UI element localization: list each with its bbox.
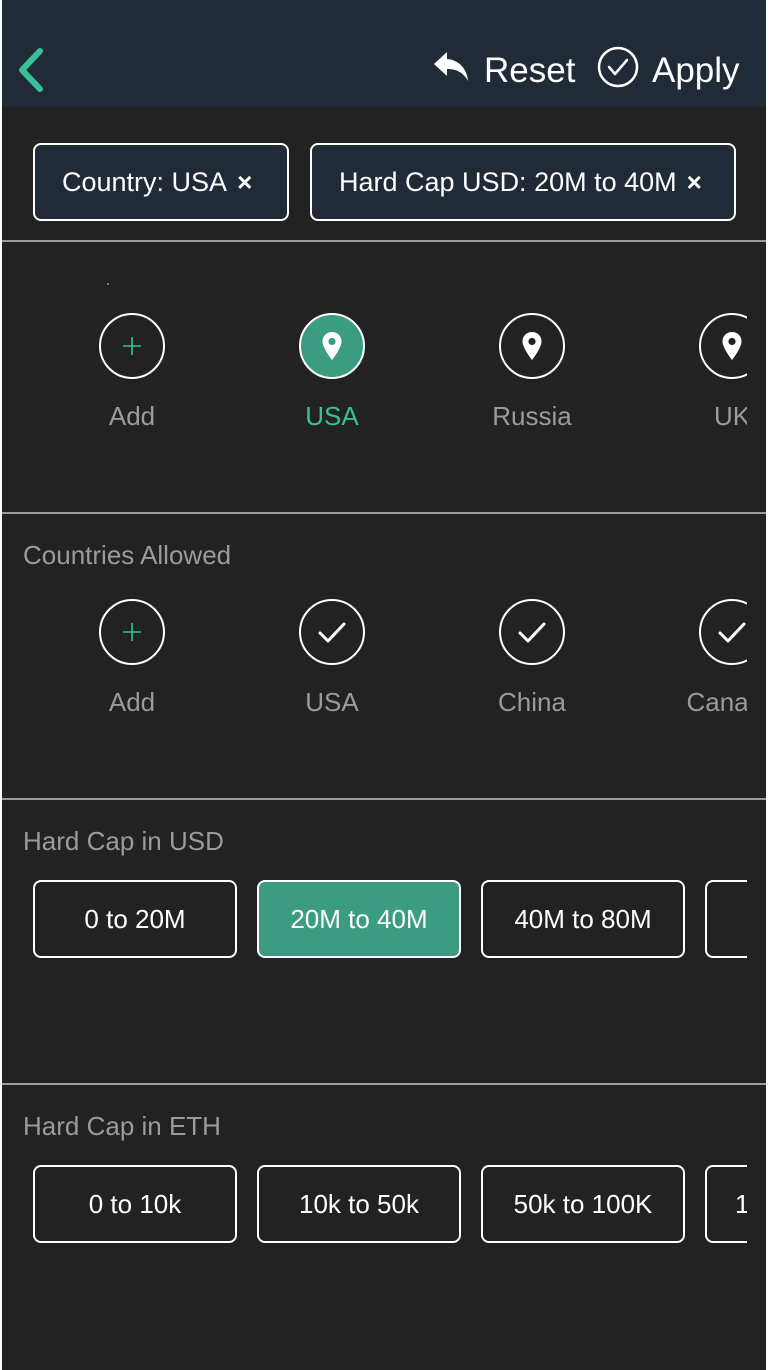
add-allowed-country-button[interactable]: Add <box>32 599 232 729</box>
option-circle <box>699 313 747 379</box>
selected-circle <box>299 313 365 379</box>
location-pin-icon <box>722 332 742 360</box>
add-circle <box>99 599 165 665</box>
location-pin-icon <box>322 332 342 360</box>
option-label: USA <box>305 687 359 717</box>
hard-cap-usd-option[interactable]: 40M to 80M <box>481 880 685 958</box>
close-icon[interactable]: × <box>237 167 252 198</box>
chip-label: Hard Cap USD: 20M to 40M <box>339 166 677 197</box>
active-filters: Country: USA × Hard Cap USD: 20M to 40M … <box>2 107 766 241</box>
apply-label: Apply <box>652 51 740 90</box>
option-circle <box>499 313 565 379</box>
check-icon <box>718 622 746 643</box>
check-icon <box>518 622 546 643</box>
hard-cap-eth-option[interactable]: 50k to 100K <box>481 1165 685 1243</box>
filter-screen: Reset Apply Country: USA × Hard Cap USD:… <box>2 0 766 1370</box>
dot-mark <box>107 283 109 285</box>
option-label: Add <box>108 401 156 431</box>
divider <box>2 240 766 242</box>
filter-chip-country[interactable]: Country: USA × <box>33 143 289 221</box>
option-circle <box>699 599 747 665</box>
country-option-uk[interactable]: UK <box>632 313 747 443</box>
check-icon <box>318 622 346 643</box>
reset-button[interactable]: Reset <box>432 48 575 94</box>
allowed-country-china[interactable]: China <box>432 599 632 729</box>
apply-button[interactable]: Apply <box>596 46 740 94</box>
divider <box>2 798 766 800</box>
option-label: Russia <box>492 401 572 431</box>
check-circle-icon <box>596 45 640 98</box>
hard-cap-usd-options: 0 to 20M 20M to 40M 40M to 80M <box>2 880 747 960</box>
option-label: Add <box>108 687 156 717</box>
back-button[interactable] <box>14 45 54 95</box>
hard-cap-eth-options: 0 to 10k 10k to 50k 50k to 100K 1 <box>2 1165 747 1245</box>
hard-cap-eth-option[interactable]: 0 to 10k <box>33 1165 237 1243</box>
option-label: USA <box>305 401 359 431</box>
section-title-countries-allowed: Countries Allowed <box>23 540 232 570</box>
country-option-russia[interactable]: Russia <box>432 313 632 443</box>
add-country-button[interactable]: Add <box>32 313 232 443</box>
option-label: UK <box>713 401 747 431</box>
countries-allowed-options: Add USA China Canada <box>2 599 747 729</box>
hard-cap-usd-option-selected[interactable]: 20M to 40M <box>257 880 461 958</box>
section-title-hard-cap-eth: Hard Cap in ETH <box>23 1111 221 1141</box>
option-label: Canada <box>686 687 747 717</box>
divider <box>2 512 766 514</box>
chip-label: Country: USA <box>62 166 228 197</box>
hard-cap-usd-option[interactable] <box>705 880 747 958</box>
option-label: China <box>498 687 566 717</box>
option-circle <box>499 599 565 665</box>
allowed-country-usa[interactable]: USA <box>232 599 432 729</box>
reply-arrow-icon <box>432 50 472 93</box>
filter-chip-hard-cap-usd[interactable]: Hard Cap USD: 20M to 40M × <box>310 143 736 221</box>
top-bar: Reset Apply <box>2 0 766 107</box>
hard-cap-eth-option[interactable]: 1 <box>705 1165 747 1243</box>
country-option-usa[interactable]: USA <box>232 313 432 443</box>
country-options: Add USA Russia UK <box>2 313 747 443</box>
divider <box>2 1083 766 1085</box>
allowed-country-canada[interactable]: Canada <box>632 599 747 729</box>
plus-icon <box>123 337 141 355</box>
option-circle <box>299 599 365 665</box>
add-circle <box>99 313 165 379</box>
location-pin-icon <box>522 332 542 360</box>
hard-cap-usd-option[interactable]: 0 to 20M <box>33 880 237 958</box>
hard-cap-eth-option[interactable]: 10k to 50k <box>257 1165 461 1243</box>
close-icon[interactable]: × <box>687 167 702 198</box>
plus-icon <box>123 623 141 641</box>
chevron-left-icon <box>19 48 43 92</box>
section-title-hard-cap-usd: Hard Cap in USD <box>23 826 224 856</box>
reset-label: Reset <box>484 51 576 90</box>
